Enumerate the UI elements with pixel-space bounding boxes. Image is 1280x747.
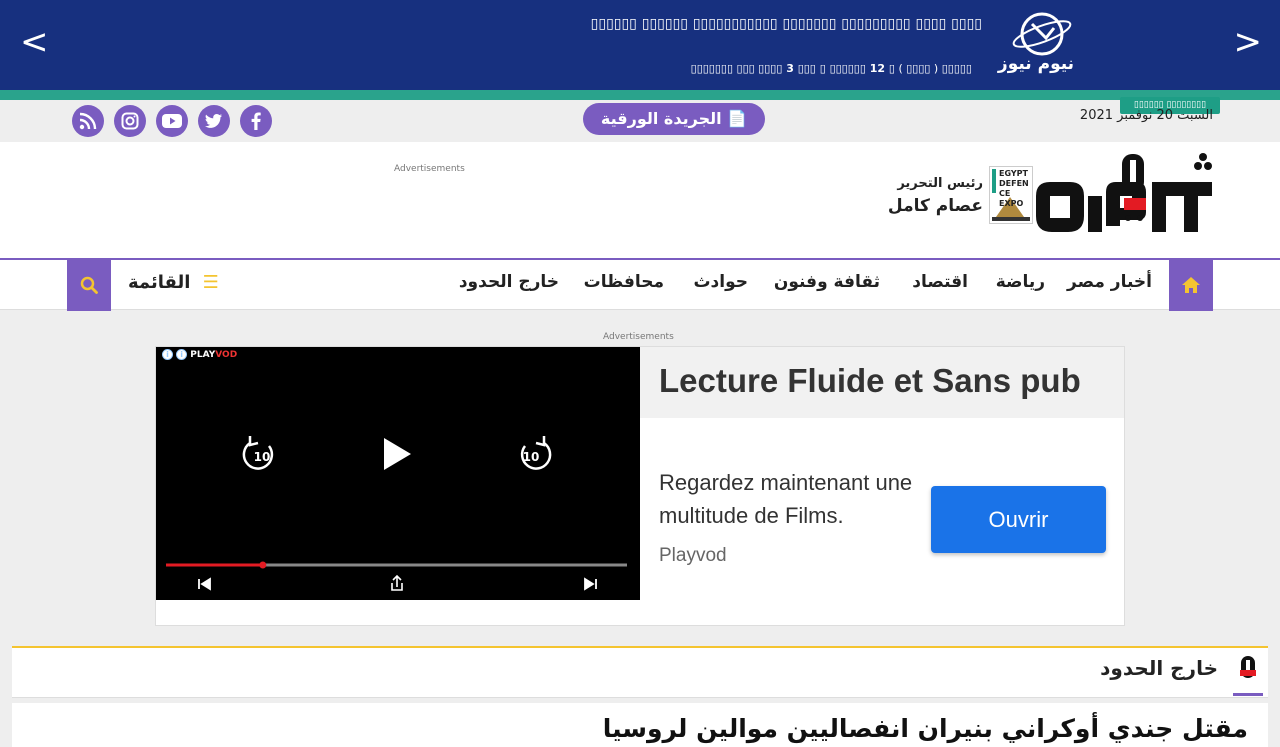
next-icon	[584, 577, 597, 591]
twitter-icon[interactable]	[198, 105, 230, 137]
nav-item-culture-arts[interactable]: ثقافة وفنون	[774, 272, 880, 292]
ticker-author: ▯▯▯ ▯▯▯▯▯▯▯	[690, 62, 755, 75]
expo-text: EGYPT DEFENCE EXPO	[999, 169, 1029, 208]
youtube-icon[interactable]	[156, 105, 188, 137]
nav-item-sports[interactable]: رياضة	[996, 272, 1045, 292]
rewind-10-icon: 10	[242, 436, 274, 470]
article-title[interactable]: مقتل جندي أوكراني بنيران انفصاليين موالي…	[603, 714, 1248, 743]
section-title[interactable]: خارج الحدود	[1100, 656, 1218, 680]
menu-button[interactable]: ☰ القائمة	[128, 272, 219, 293]
editor-in-chief-name: عصام كامل	[887, 196, 983, 216]
site-logo[interactable]	[1034, 152, 1214, 236]
ad-open-button[interactable]: Ouvrir	[931, 486, 1106, 553]
defence-expo-badge[interactable]: EGYPT DEFENCE EXPO	[989, 166, 1033, 224]
social-links	[72, 105, 272, 137]
ad-body-text[interactable]: Regardez maintenant une multitude de Fil…	[659, 466, 919, 532]
neom-news-logo[interactable]: نيوم نيوز	[986, 10, 1086, 78]
news-ticker: < > نيوم نيوز ▯▯▯▯ ▯▯▯▯ ▯▯▯▯▯▯▯▯▯ ▯▯▯▯▯▯…	[0, 0, 1280, 90]
ticker-meta: ▯▯▯▯▯ ( ▯▯▯▯ ) ▯ 12 ▯▯▯▯▯▯ ▯ ▯▯▯ 3 ▯▯▯▯ …	[691, 62, 972, 75]
ticker-date: ▯ 12 ▯▯▯▯▯▯ ▯ ▯▯▯ 3 ▯▯▯▯	[758, 62, 895, 75]
instagram-icon[interactable]	[114, 105, 146, 137]
facebook-icon[interactable]	[240, 105, 272, 137]
globe-icon	[1012, 12, 1072, 56]
vito-mini-icon	[1233, 652, 1263, 696]
menu-label: القائمة	[128, 272, 191, 293]
current-date: السبت 20 نوفمبر 2021	[1079, 108, 1213, 123]
nav-item-abroad[interactable]: خارج الحدود	[459, 272, 559, 292]
share-icon	[391, 574, 403, 591]
home-icon	[1182, 276, 1200, 293]
video-controls: 10 10	[166, 436, 627, 591]
nav-item-accidents[interactable]: حوادث	[693, 272, 748, 292]
rss-icon[interactable]	[72, 105, 104, 137]
paper-edition-button[interactable]: 📄 الجريدة الورقية	[583, 103, 765, 135]
forward-10-icon: 10	[520, 436, 552, 470]
editor-in-chief-label: رئيس التحرير	[897, 176, 983, 191]
brand-name: نيوم نيوز	[997, 54, 1075, 74]
ticker-prev-arrow[interactable]: <	[20, 22, 49, 62]
progress-knob	[259, 561, 267, 569]
vito-logo-icon	[1036, 153, 1212, 232]
search-button[interactable]	[67, 258, 111, 311]
nav-item-egypt-news[interactable]: أخبار مصر	[1067, 272, 1152, 292]
ticker-next-arrow[interactable]: >	[1234, 22, 1263, 62]
video-player[interactable]: i i PLAYVOD 10 10	[156, 347, 640, 600]
ad-label-main: Advertisements	[603, 332, 674, 342]
nav-item-governorates[interactable]: محافظات	[584, 272, 664, 292]
search-icon	[80, 276, 98, 294]
previous-icon	[198, 577, 211, 591]
teal-divider	[0, 90, 1280, 100]
forward-label: 10	[523, 450, 540, 464]
section-header	[12, 646, 1268, 698]
rewind-label: 10	[254, 450, 271, 464]
ad-brand[interactable]: Playvod	[659, 545, 727, 567]
hamburger-icon: ☰	[202, 272, 219, 293]
ad-label-top: Advertisements	[394, 164, 465, 174]
home-button[interactable]	[1169, 258, 1213, 311]
play-icon	[384, 438, 411, 470]
nav-item-economy[interactable]: اقتصاد	[912, 272, 968, 292]
ticker-headline[interactable]: ▯▯▯▯ ▯▯▯▯ ▯▯▯▯▯▯▯▯▯ ▯▯▯▯▯▯▯ ▯▯▯▯▯▯▯▯▯▯▯ …	[591, 16, 982, 32]
ticker-source: ▯▯▯▯▯ ( ▯▯▯▯ )	[898, 62, 972, 75]
ad-headline[interactable]: Lecture Fluide et Sans pub	[659, 362, 1081, 400]
